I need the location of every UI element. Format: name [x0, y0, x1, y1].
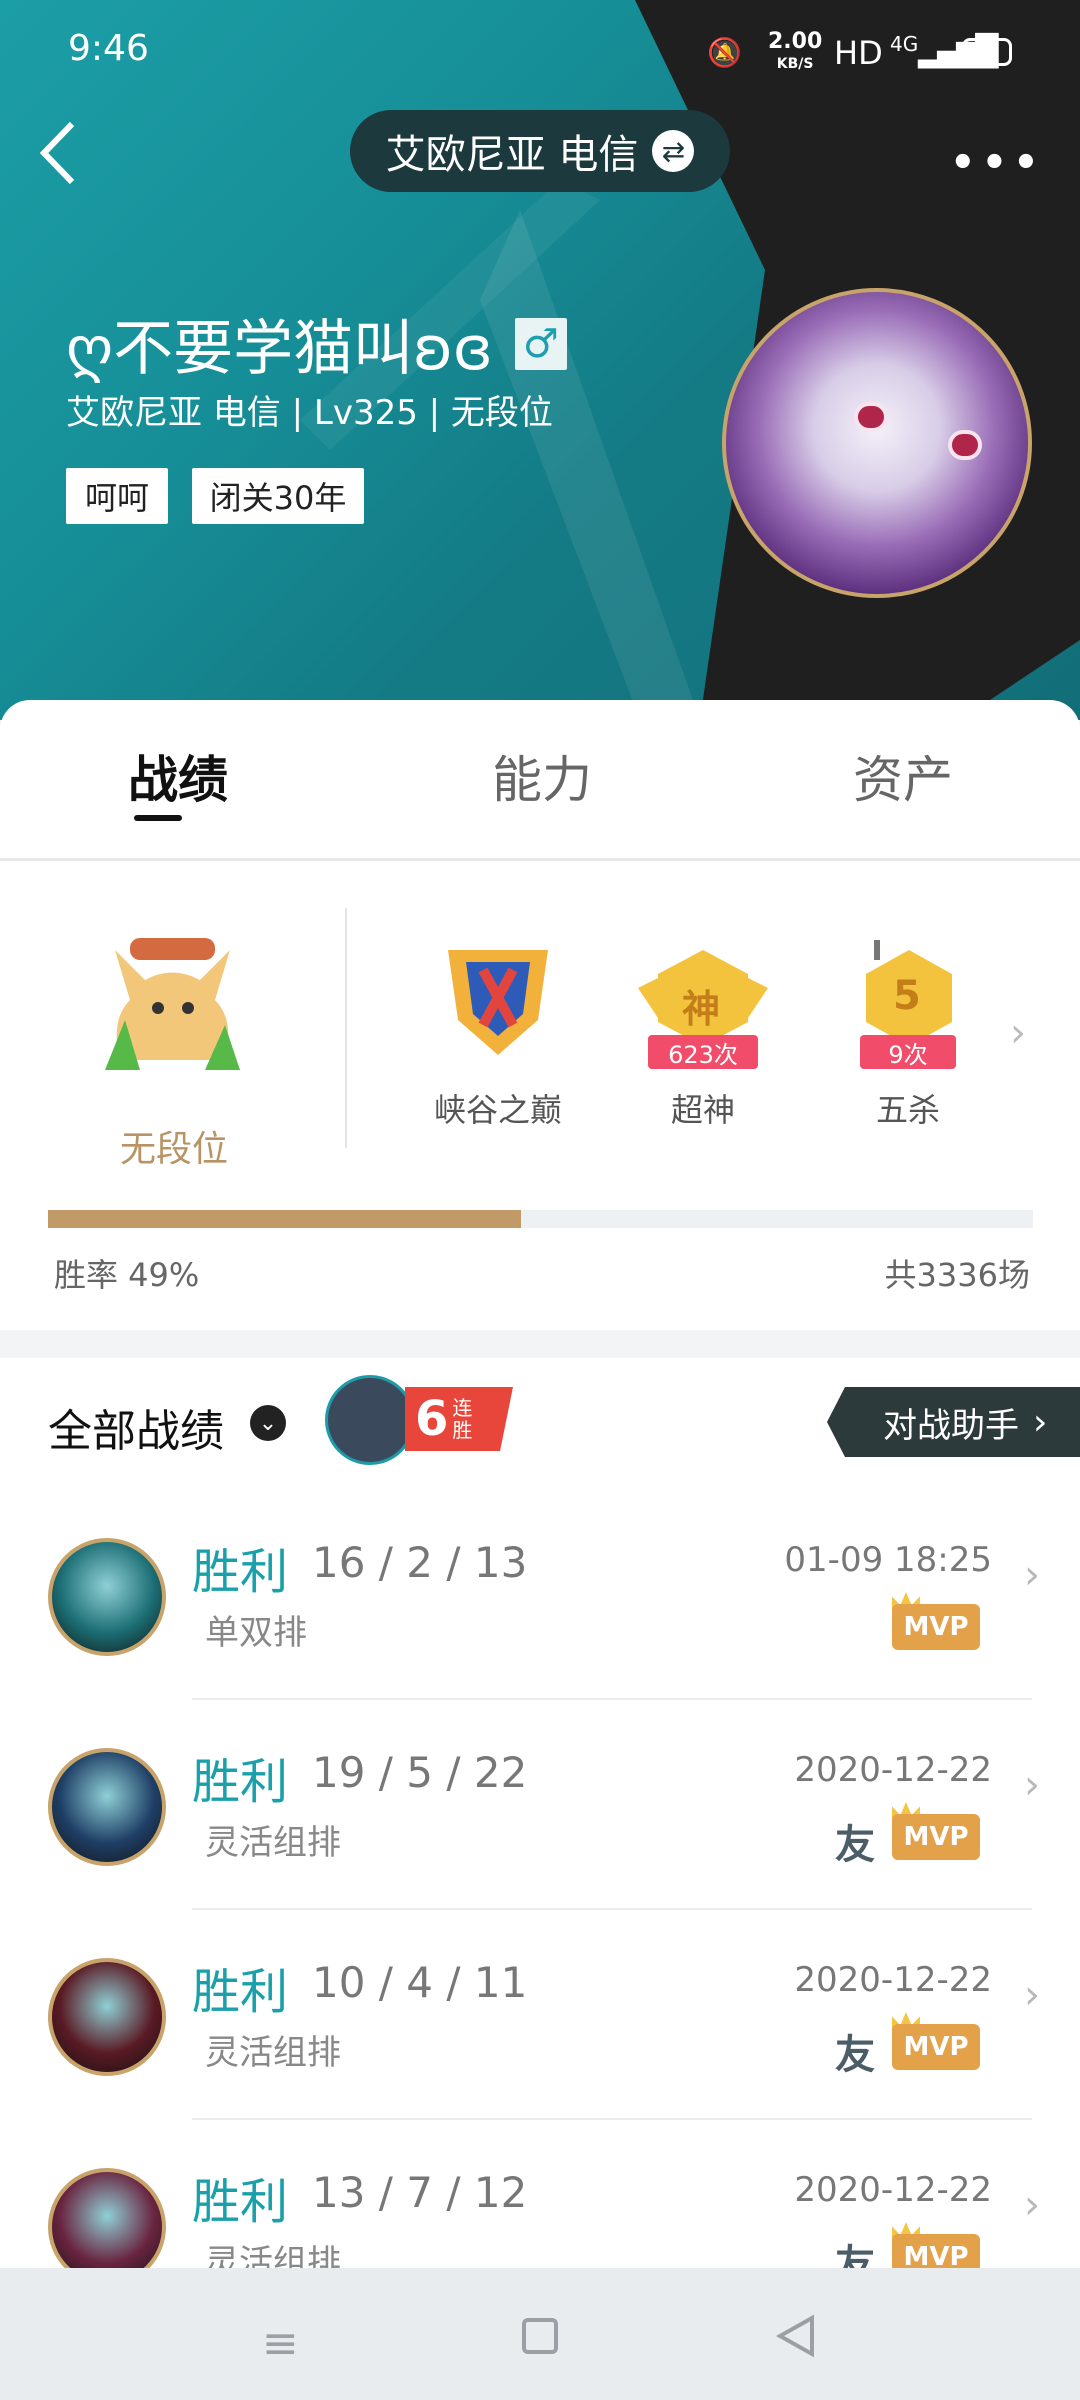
match-date: 01-09 18:25 — [784, 1540, 992, 1580]
rank-emblem[interactable] — [100, 920, 245, 1070]
match-kda: 19 / 5 / 22 — [312, 1748, 528, 1797]
more-dots-icon[interactable]: ••• — [950, 140, 1045, 186]
streak-label: 6 连胜 — [405, 1387, 513, 1451]
total-games: 共3336场 — [884, 1256, 1030, 1294]
badge-label: 峡谷之巅 — [433, 1091, 562, 1129]
tab-indicator — [134, 815, 182, 821]
chevron-right-icon: › — [1024, 1552, 1040, 1598]
win-streak-badge[interactable]: 6 连胜 — [325, 1375, 513, 1465]
rank-label: 无段位 — [120, 1129, 229, 1170]
win-rate-fill — [48, 1210, 521, 1228]
hd-indicator: HD — [834, 34, 883, 72]
menu-icon[interactable]: ≡ — [262, 2318, 299, 2369]
pentakill-glyph: 5 — [893, 973, 921, 1019]
avatar-eye — [948, 430, 982, 460]
avatar-eye — [854, 402, 888, 432]
match-kda: 16 / 2 / 13 — [312, 1538, 528, 1587]
summary-divider — [345, 908, 347, 1148]
net-speed: 2.00 KB/S — [768, 29, 823, 73]
match-result: 胜利 — [192, 1544, 289, 1600]
match-kda: 13 / 7 / 12 — [312, 2168, 528, 2217]
match-mode: 灵活组排 — [205, 2033, 341, 2073]
chevron-right-icon: › — [1024, 2182, 1040, 2228]
legendary-glyph: 神 — [682, 987, 721, 1031]
section-gap — [0, 1330, 1080, 1358]
player-subline: 艾欧尼亚 电信 | Lv325 | 无段位 — [66, 393, 553, 433]
male-icon: ♂ — [514, 317, 567, 370]
chevron-right-icon: › — [1024, 1762, 1040, 1808]
tab-divider — [0, 858, 1080, 861]
network-type: 4G — [890, 32, 919, 56]
clock: 9:46 — [68, 28, 149, 69]
match-row[interactable]: 胜利 10 / 4 / 11 灵活组排 2020-12-22 MVP 友 › — [0, 1910, 1080, 2120]
mvp-badge: MVP — [892, 1814, 980, 1860]
mvp-badge: MVP — [892, 1604, 980, 1650]
chevron-right-icon[interactable]: › — [1010, 1010, 1026, 1056]
match-date: 2020-12-22 — [794, 2170, 992, 2210]
match-result: 胜利 — [192, 1754, 289, 1810]
peak-badge-icon[interactable] — [438, 940, 558, 1060]
match-date: 2020-12-22 — [794, 1960, 992, 2000]
mvp-badge: MVP — [892, 2024, 980, 2070]
server-label: 艾欧尼亚 电信 — [385, 132, 639, 178]
match-result: 胜利 — [192, 1964, 289, 2020]
back-icon[interactable] — [36, 118, 80, 188]
tab-records[interactable]: 战绩 — [128, 740, 228, 812]
records-filter-label[interactable]: 全部战绩 — [48, 1395, 224, 1459]
tag-item: 呵呵 — [66, 468, 168, 524]
match-result: 胜利 — [192, 2174, 289, 2230]
avatar[interactable] — [722, 288, 1032, 598]
match-mode: 灵活组排 — [205, 1823, 341, 1863]
match-row[interactable]: 胜利 19 / 5 / 22 灵活组排 2020-12-22 MVP 友 › — [0, 1700, 1080, 1910]
tab-assets[interactable]: 资产 — [853, 740, 953, 812]
swap-icon: ⇄ — [652, 130, 695, 172]
match-date: 2020-12-22 — [794, 1750, 992, 1790]
friend-badge: 友 — [835, 2032, 875, 2078]
back-nav-icon[interactable] — [776, 2314, 816, 2358]
chevron-right-icon: › — [1024, 1972, 1040, 2018]
home-icon[interactable] — [522, 2318, 558, 2354]
match-mode: 单双排 — [205, 1613, 307, 1653]
champion-avatar — [48, 1748, 166, 1866]
tag-item: 闭关30年 — [192, 468, 364, 524]
tab-ability[interactable]: 能力 — [492, 740, 592, 812]
streak-avatar — [325, 1375, 415, 1465]
match-kda: 10 / 4 / 11 — [312, 1958, 528, 2007]
badge-count: 623次 — [648, 1035, 758, 1069]
match-row[interactable]: 胜利 16 / 2 / 13 单双排 01-09 18:25 MVP › — [0, 1490, 1080, 1700]
friend-badge: 友 — [835, 1822, 875, 1868]
mute-icon: 🔕 — [707, 36, 742, 69]
champion-avatar — [48, 1538, 166, 1656]
badge-label: 超神 — [670, 1091, 735, 1129]
chevron-right-icon: › — [1033, 1401, 1048, 1443]
battery-icon: 50 — [962, 38, 1012, 66]
chevron-down-icon[interactable]: ⌄ — [250, 1405, 286, 1441]
battle-assistant-button[interactable]: 对战助手 › — [827, 1387, 1080, 1457]
win-rate-label: 胜率 49% — [54, 1256, 200, 1294]
badge-count: 9次 — [860, 1035, 956, 1069]
server-switcher[interactable]: 艾欧尼亚 电信 ⇄ — [350, 110, 730, 192]
champion-avatar — [48, 1958, 166, 2076]
badge-label: 五杀 — [875, 1091, 940, 1129]
nickname: ღ不要学猫叫ʚɞ ♂ — [66, 300, 567, 387]
